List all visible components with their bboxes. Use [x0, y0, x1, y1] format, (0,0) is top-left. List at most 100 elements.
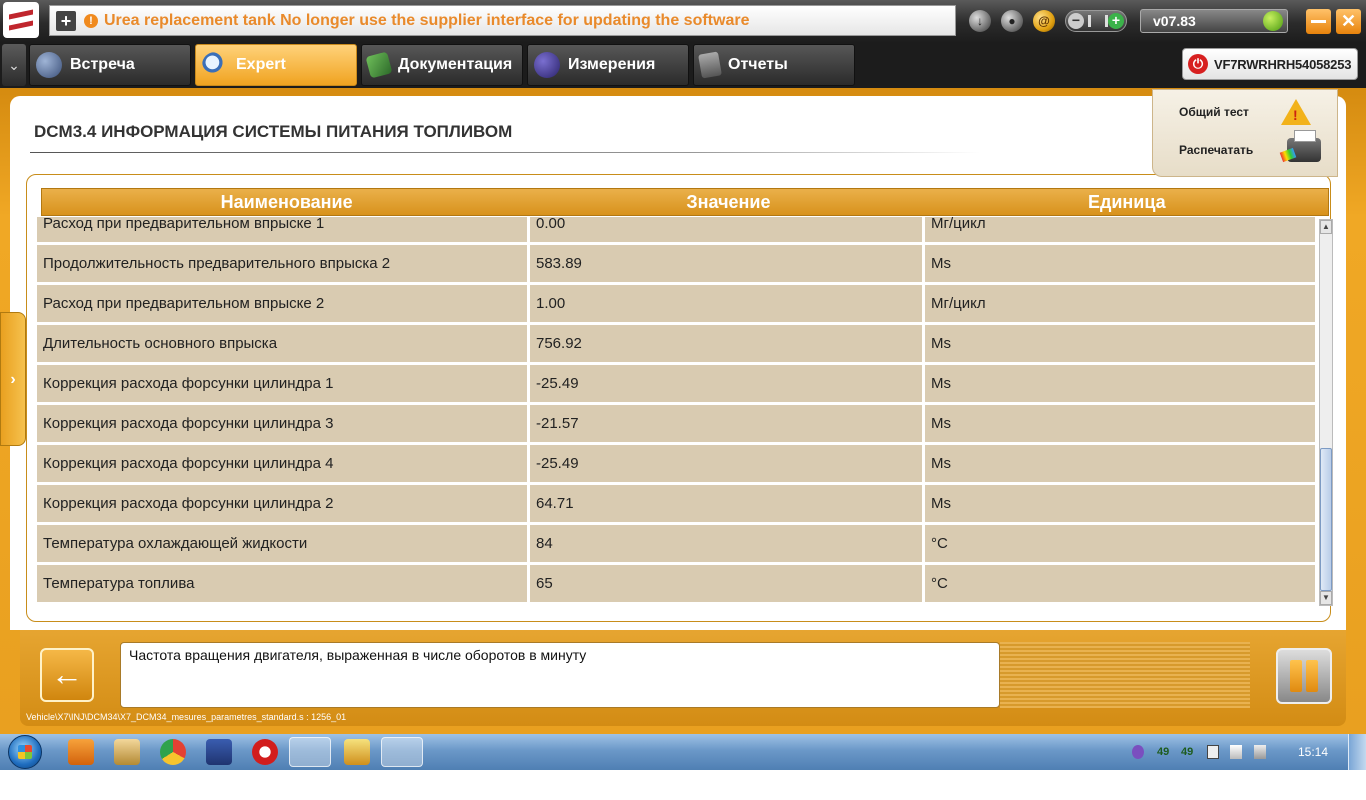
media-player-icon[interactable] [68, 739, 94, 765]
table-row[interactable]: Расход при предварительном впрыске 2 1.0… [37, 285, 1315, 322]
cell-value: 0.00 [530, 217, 922, 242]
table-row[interactable]: Продолжительность предварительного впрыс… [37, 245, 1315, 282]
cell-value: -25.49 [530, 445, 922, 482]
table-row[interactable]: Температура топлива 65 °C [37, 565, 1315, 602]
cell-name: Коррекция расхода форсунки цилиндра 2 [37, 485, 527, 522]
cell-value: 756.92 [530, 325, 922, 362]
table-row[interactable]: Коррекция расхода форсунки цилиндра 2 64… [37, 485, 1315, 522]
clock[interactable]: 15:14 [1298, 745, 1328, 759]
sigma-app-icon[interactable] [114, 739, 140, 765]
content-panel: DCM3.4 ИНФОРМАЦИЯ СИСТЕМЫ ПИТАНИЯ ТОПЛИВ… [10, 96, 1346, 630]
viber-task-icon[interactable] [289, 737, 331, 767]
tab-documentation[interactable]: Документация [361, 44, 523, 86]
globe-icon [36, 52, 62, 78]
magnifier-icon [202, 52, 228, 78]
cell-name: Продолжительность предварительного впрыс… [37, 245, 527, 282]
close-button[interactable]: ✕ [1336, 9, 1361, 34]
table-row[interactable]: Коррекция расхода форсунки цилиндра 4 -2… [37, 445, 1315, 482]
floppy-app-icon[interactable] [206, 739, 232, 765]
tab-label: Отчеты [728, 56, 788, 73]
start-button[interactable] [8, 735, 42, 769]
tab-reports[interactable]: Отчеты [693, 44, 855, 86]
tab-expert[interactable]: Expert [195, 44, 357, 86]
network-icon[interactable] [1230, 745, 1242, 759]
table-body: Расход при предварительном впрыске 1 0.0… [37, 217, 1315, 607]
script-path: Vehicle\X7\INJ\DCM34\X7_DCM34_mesures_pa… [26, 712, 347, 722]
tab-label: Встреча [70, 56, 135, 73]
tab-label: Expert [236, 56, 286, 73]
cell-unit: Ms [925, 325, 1315, 362]
table-row[interactable]: Коррекция расхода форсунки цилиндра 1 -2… [37, 365, 1315, 402]
waveform-icon [534, 52, 560, 78]
table-scrollbar[interactable]: ▲ ▼ [1319, 219, 1333, 606]
book-icon [365, 51, 393, 79]
scroll-down-icon[interactable]: ▼ [1320, 591, 1332, 605]
vin-badge[interactable]: ⏻ VF7RWRHRH54058253 [1182, 48, 1358, 80]
screen-bottom-strip [0, 770, 1366, 800]
message-text: Urea replacement tank No longer use the … [104, 11, 750, 29]
parameters-table: Наименование Значение Единица Расход при… [26, 174, 1333, 622]
volume-icon[interactable] [1254, 745, 1266, 759]
download-icon[interactable]: ↓ [969, 10, 991, 32]
tab-label: Измерения [568, 56, 656, 73]
windows-taskbar: 49 49 15:14 [0, 734, 1366, 770]
folder-app-icon[interactable] [344, 739, 370, 765]
pause-button[interactable] [1276, 648, 1332, 704]
print-label: Распечатать [1179, 143, 1254, 157]
side-panel-toggle[interactable]: › [0, 312, 26, 446]
cell-value: 1.00 [530, 285, 922, 322]
warning-dot-icon: ! [84, 13, 98, 28]
general-test-button[interactable]: Общий тест ! [1153, 92, 1339, 132]
table-row[interactable]: Температура охлаждающей жидкости 84 °C [37, 525, 1315, 562]
tab-bar: ⌄ Встреча Expert Документация Измерения … [0, 42, 1366, 88]
decorative-stripes [1000, 642, 1250, 708]
expand-plus-icon[interactable]: + [56, 10, 76, 31]
cell-name: Коррекция расхода форсунки цилиндра 1 [37, 365, 527, 402]
viber-tray-icon[interactable] [1132, 745, 1144, 759]
print-button[interactable]: Распечатать [1153, 130, 1339, 170]
scroll-thumb[interactable] [1320, 448, 1332, 591]
minimize-button[interactable] [1306, 9, 1331, 34]
version-text: v07.83 [1153, 13, 1196, 29]
report-icon [698, 51, 722, 79]
general-test-label: Общий тест [1179, 105, 1249, 119]
email-icon[interactable]: @ [1033, 10, 1055, 32]
table-row[interactable]: Длительность основного впрыска 756.92 Ms [37, 325, 1315, 362]
zoom-level-icon [1088, 15, 1108, 27]
tab-measurements[interactable]: Измерения [527, 44, 689, 86]
column-header-unit: Единица [1087, 192, 1166, 212]
table-row[interactable]: Коррекция расхода форсунки цилиндра 3 -2… [37, 405, 1315, 442]
zoom-out-icon[interactable]: − [1068, 13, 1084, 29]
zoom-in-icon[interactable]: + [1108, 13, 1124, 29]
cell-name: Температура топлива [37, 565, 527, 602]
tray-count-2: 49 [1181, 746, 1194, 758]
cell-name: Коррекция расхода форсунки цилиндра 3 [37, 405, 527, 442]
show-desktop-button[interactable] [1348, 734, 1366, 770]
version-badge: v07.83 [1140, 9, 1288, 33]
cell-unit: °C [925, 525, 1315, 562]
column-header-name: Наименование [220, 192, 353, 212]
battery-icon[interactable] [1207, 745, 1219, 759]
vin-text: VF7RWRHRH54058253 [1214, 56, 1352, 72]
cell-name: Коррекция расхода форсунки цилиндра 4 [37, 445, 527, 482]
chrome-icon[interactable] [160, 739, 186, 765]
cell-unit: Ms [925, 365, 1315, 402]
table-row[interactable]: Расход при предварительном впрыске 1 0.0… [37, 217, 1315, 242]
diagbox-task-icon[interactable] [381, 737, 423, 767]
message-bar: + ! Urea replacement tank No longer use … [49, 5, 956, 36]
cell-name: Длительность основного впрыска [37, 325, 527, 362]
back-button[interactable]: ← [40, 648, 94, 702]
tab-vstrecha[interactable]: Встреча [29, 44, 191, 86]
cell-value: 64.71 [530, 485, 922, 522]
user-icon[interactable]: ● [1001, 10, 1023, 32]
cell-value: 65 [530, 565, 922, 602]
scroll-up-icon[interactable]: ▲ [1320, 220, 1332, 234]
column-header-value: Значение [686, 192, 771, 212]
tray-count-1: 49 [1157, 746, 1170, 758]
zoom-control[interactable]: − + [1065, 10, 1127, 32]
cell-value: -21.57 [530, 405, 922, 442]
chevron-down-icon[interactable]: ⌄ [2, 44, 26, 86]
status-ball-icon [1263, 11, 1283, 31]
cell-unit: °C [925, 565, 1315, 602]
opera-icon[interactable] [252, 739, 278, 765]
